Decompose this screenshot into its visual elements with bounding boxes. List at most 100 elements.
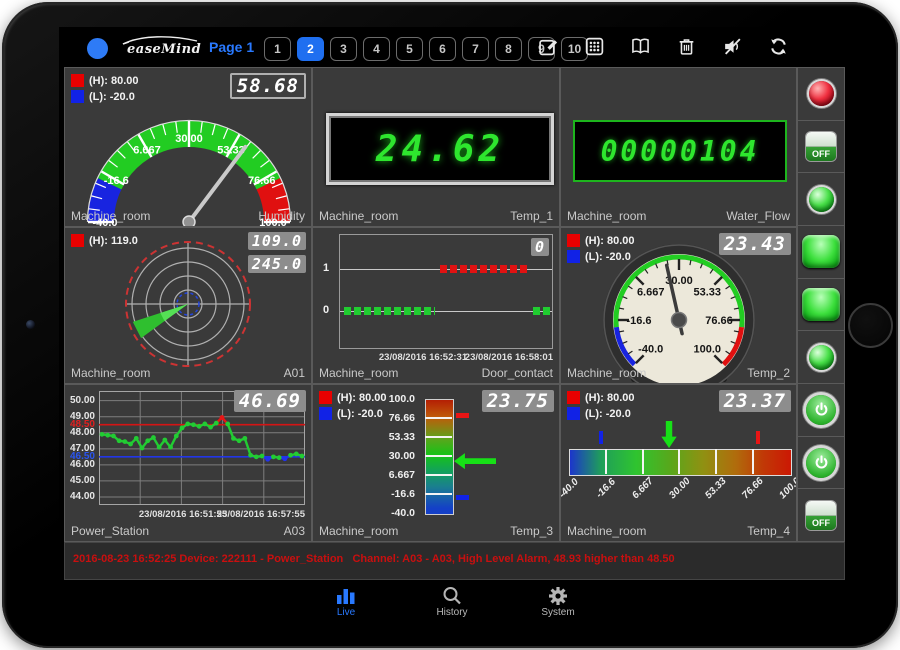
bar-segment-divider xyxy=(425,474,452,476)
high-alarm-swatch xyxy=(71,234,84,247)
temp4-value-pointer-icon xyxy=(661,421,677,448)
device-name: Machine_room xyxy=(319,366,398,380)
high-alarm-label: (H): 80.00 xyxy=(89,75,139,87)
side-control-3-indicator-green[interactable] xyxy=(798,173,844,226)
high-alarm-swatch xyxy=(567,234,580,247)
trash-icon[interactable] xyxy=(676,36,697,57)
a01-value-bottom: 245.0 xyxy=(248,255,306,273)
bar-segment-divider xyxy=(642,449,644,474)
a03-value-display: 46.69 xyxy=(234,390,306,412)
keypad-icon[interactable] xyxy=(584,36,605,57)
device-name: Machine_room xyxy=(567,366,646,380)
green-indicator-light-icon xyxy=(809,345,834,370)
channel-name: Door_contact xyxy=(482,366,553,380)
temp3-tick-label: 53.33 xyxy=(313,431,415,443)
home-button[interactable] xyxy=(848,303,893,348)
low-alarm-label: (L): -20.0 xyxy=(89,91,135,103)
widget-waterflow-counter: 00000104 Machine_room Water_Flow xyxy=(560,67,797,227)
tab-system-label: System xyxy=(541,607,574,618)
temp3-value-pointer-icon xyxy=(454,453,496,469)
bar-segment-divider xyxy=(715,449,717,474)
page-button-6[interactable]: 6 xyxy=(429,37,456,61)
side-control-9-rocker-switch[interactable]: OFF xyxy=(798,489,844,541)
side-control-6-indicator-green[interactable] xyxy=(798,331,844,384)
screen: easeMind Page 1 12345678910 (H): 80.00 (… xyxy=(59,27,845,624)
widget-a03-trend: 50.0049.0048.5048.0047.0046.5046.0045.00… xyxy=(64,384,312,542)
side-control-7-power-button[interactable] xyxy=(798,384,844,437)
side-control-5-push-button-green[interactable] xyxy=(798,279,844,332)
device-name: Machine_room xyxy=(567,209,646,223)
alarm-bar[interactable]: 2016-08-23 16:52:25 Device: 222111 - Pow… xyxy=(64,542,845,580)
page-button-3[interactable]: 3 xyxy=(330,37,357,61)
toolbar-icons xyxy=(538,36,789,57)
widget-a01-radar: (H): 119.0 109.0 245.0 Machine_room xyxy=(64,227,312,384)
tab-live-label: Live xyxy=(337,607,355,618)
channel-name: A03 xyxy=(284,524,305,538)
channel-name: Temp_1 xyxy=(510,209,553,223)
tab-live[interactable]: Live xyxy=(318,586,374,618)
logo-text: easeMind xyxy=(127,42,201,57)
bar-segment-divider xyxy=(425,436,452,438)
device-name: Machine_room xyxy=(567,524,646,538)
bar-segment-divider xyxy=(605,449,607,474)
tab-history[interactable]: History xyxy=(424,586,480,618)
page-button-2[interactable]: 2 xyxy=(297,37,324,61)
low-alarm-swatch xyxy=(71,90,84,103)
gauge-tick-label: 76.66 xyxy=(248,175,276,187)
widget-grid: (H): 80.00 (L): -20.0 58.68 -40.0-16.66.… xyxy=(64,67,797,542)
high-alarm-swatch xyxy=(319,391,332,404)
a03-y-tick-label: 50.00 xyxy=(65,395,95,406)
bar-segment-divider xyxy=(425,417,452,419)
channel-name: Humidity xyxy=(258,209,305,223)
counter-frame: 00000104 xyxy=(573,120,787,182)
power-icon xyxy=(806,448,836,478)
page-button-5[interactable]: 5 xyxy=(396,37,423,61)
gauge-tick-label: 6.667 xyxy=(637,287,665,299)
side-control-1-indicator-red[interactable] xyxy=(798,68,844,121)
channel-name: Water_Flow xyxy=(726,209,790,223)
side-control-8-power-button[interactable] xyxy=(798,437,844,490)
system-gear-icon xyxy=(547,586,569,606)
edit-icon[interactable] xyxy=(538,36,559,57)
channel-name: Temp_3 xyxy=(510,524,553,538)
tab-system[interactable]: System xyxy=(530,586,586,618)
door-status-segment xyxy=(344,307,435,315)
humidity-gauge-dial: -40.0-16.66.66730.0053.3376.66100.0 xyxy=(65,92,312,226)
high-alarm-label: (H): 119.0 xyxy=(89,235,138,247)
a03-y-tick-label: 45.00 xyxy=(65,475,95,486)
low-alarm-marker xyxy=(456,495,469,500)
page-button-4[interactable]: 4 xyxy=(363,37,390,61)
a03-y-tick-label: 46.00 xyxy=(65,459,95,470)
bar-segment-divider xyxy=(752,449,754,474)
side-control-2-rocker-switch[interactable]: OFF xyxy=(798,121,844,174)
high-alarm-swatch xyxy=(71,74,84,87)
low-alarm-label: (L): -20.0 xyxy=(585,251,631,263)
status-dot-icon[interactable] xyxy=(87,38,108,59)
side-control-4-push-button-green[interactable] xyxy=(798,226,844,279)
temp4-legend: (H): 80.00 (L): -20.0 xyxy=(567,391,635,423)
digital-display-bezel: 24.62 xyxy=(326,113,554,185)
humidity-value-display: 58.68 xyxy=(230,73,306,99)
widget-temp3-bar: (H): 80.00 (L): -20.0 23.75 Machine_room… xyxy=(312,384,560,542)
device-name: Machine_room xyxy=(319,209,398,223)
x-axis-end-label: 23/08/2016 16:58:01 xyxy=(465,352,553,363)
page-button-1[interactable]: 1 xyxy=(264,37,291,61)
rocker-switch-icon: OFF xyxy=(806,501,836,530)
mute-icon[interactable] xyxy=(722,36,743,57)
refresh-icon[interactable] xyxy=(768,36,789,57)
widget-temp2-gauge: (H): 80.00 (L): -20.0 23.43 -40.0-16.66.… xyxy=(560,227,797,384)
widget-temp4-bar: (H): 80.00 (L): -20.0 23.37 Machine_room… xyxy=(560,384,797,542)
temp3-tick-label: -40.0 xyxy=(313,507,415,519)
page-button-7[interactable]: 7 xyxy=(462,37,489,61)
high-alarm-swatch xyxy=(567,391,580,404)
device-name: Machine_room xyxy=(71,366,150,380)
low-alarm-swatch xyxy=(319,407,332,420)
high-alarm-label: (H): 80.00 xyxy=(585,392,635,404)
high-alarm-marker xyxy=(756,431,760,444)
green-push-button-icon xyxy=(802,235,840,268)
page-button-8[interactable]: 8 xyxy=(495,37,522,61)
door-value-display: 0 xyxy=(531,238,549,256)
temp3-tick-label: 6.667 xyxy=(313,469,415,481)
bookmarks-icon[interactable] xyxy=(630,36,651,57)
temp3-tick-label: -16.6 xyxy=(313,488,415,500)
